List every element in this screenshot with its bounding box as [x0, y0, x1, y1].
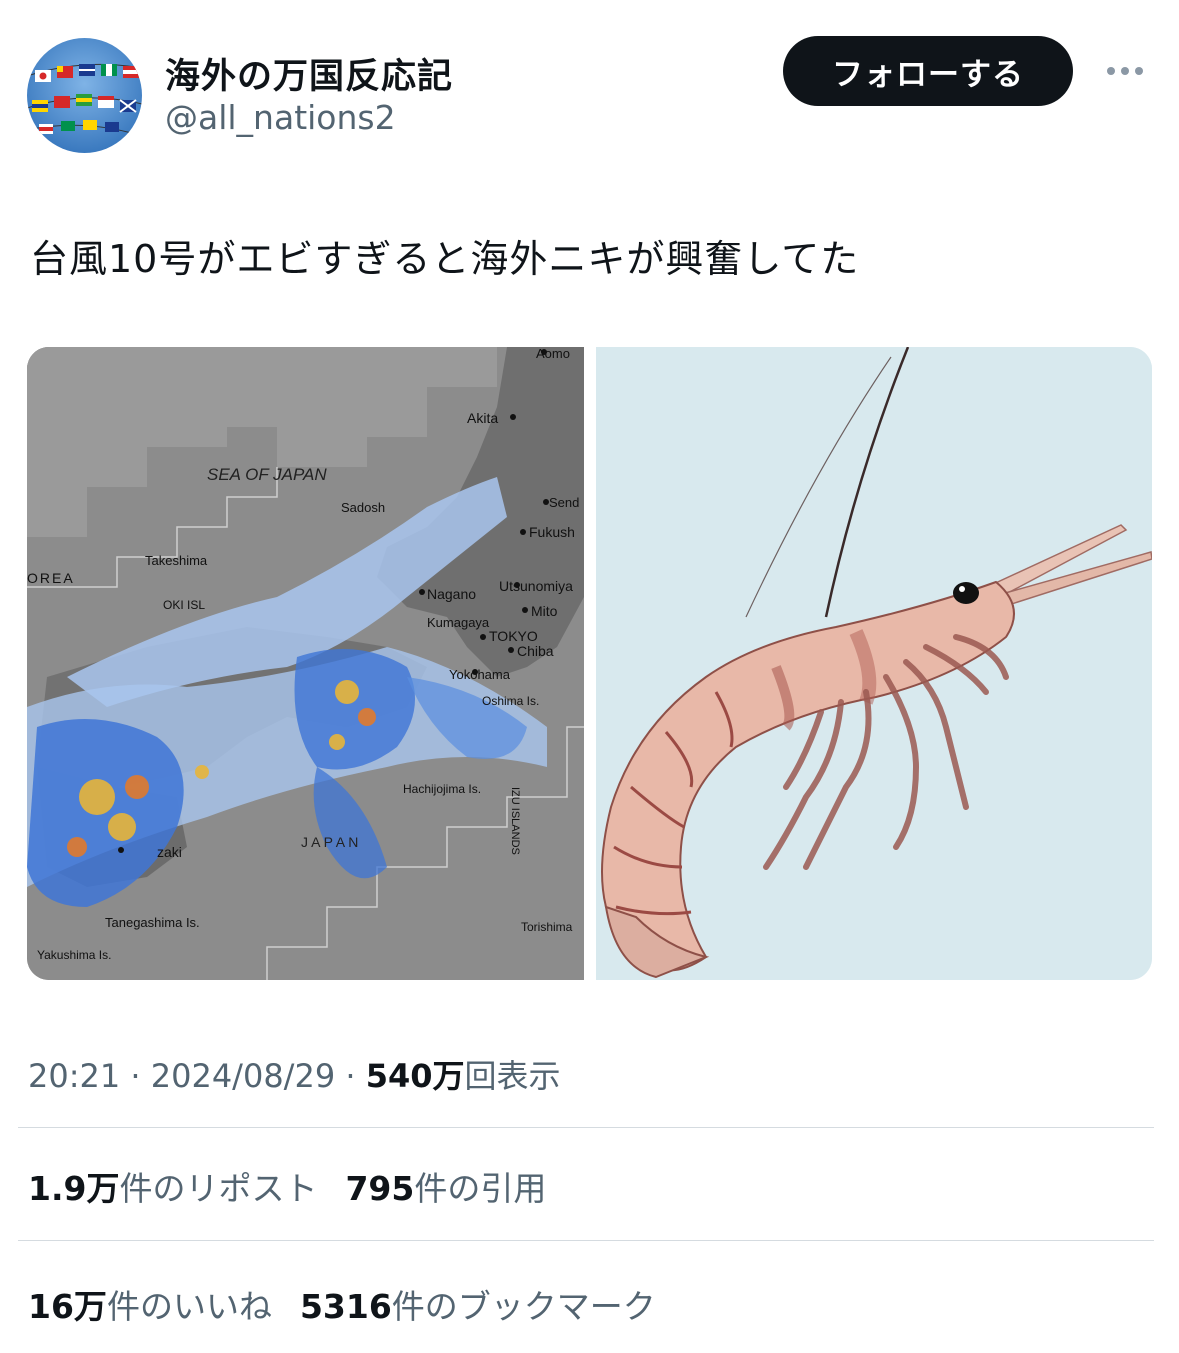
map-label: Tanegashima Is.	[105, 915, 200, 930]
quotes-stat[interactable]: 795件の引用	[345, 1169, 546, 1208]
display-name[interactable]: 海外の万国反応記	[165, 48, 453, 99]
map-label: Nagano	[427, 586, 476, 602]
divider	[18, 1240, 1154, 1241]
meta-separator: ·	[130, 1057, 151, 1095]
map-label: zaki	[157, 844, 182, 860]
map-label: Fukush	[529, 524, 575, 540]
bookmarks-count: 5316	[299, 1287, 392, 1326]
map-label: Yakushima Is.	[37, 948, 111, 962]
more-dot	[1135, 67, 1143, 75]
map-label: Torishima	[521, 920, 573, 934]
avatar[interactable]	[27, 38, 142, 153]
map-label: IZU ISLANDS	[509, 787, 521, 855]
like-bookmark-stats: 16万件のいいね 5316件のブックマーク	[28, 1280, 656, 1328]
more-dot	[1121, 67, 1129, 75]
reposts-stat[interactable]: 1.9万件のリポスト	[28, 1169, 317, 1208]
bookmarks-stat[interactable]: 5316件のブックマーク	[300, 1287, 656, 1326]
map-label: OREA	[27, 570, 75, 586]
map-label: Mito	[531, 603, 558, 619]
shrimp-illustration-icon	[596, 347, 1152, 980]
map-label: Kumagaya	[427, 615, 490, 630]
map-label: Oshima Is.	[482, 694, 539, 708]
views-count: 540万	[365, 1057, 465, 1095]
divider	[18, 1127, 1154, 1128]
map-label: SEA OF JAPAN	[207, 465, 327, 484]
map-label: OKI ISL	[163, 598, 205, 612]
radar-map: Aomo Akita SEA OF JAPAN Sadosh Send Fuku…	[27, 347, 584, 980]
likes-stat[interactable]: 16万件のいいね	[28, 1287, 272, 1326]
likes-count: 16万	[28, 1287, 107, 1326]
reposts-label: 件のリポスト	[119, 1169, 318, 1208]
shrimp-illustration-image[interactable]	[596, 347, 1152, 980]
views-label: 回表示	[464, 1057, 561, 1095]
follow-button[interactable]: フォローする	[783, 36, 1073, 106]
map-label: Akita	[467, 410, 498, 426]
quotes-count: 795	[345, 1169, 415, 1208]
map-label: Hachijojima Is.	[403, 782, 481, 796]
reposts-count: 1.9万	[28, 1169, 120, 1208]
meta-separator: ·	[345, 1057, 366, 1095]
likes-label: 件のいいね	[106, 1287, 272, 1326]
map-label: Chiba	[517, 643, 554, 659]
map-label: Send	[549, 495, 579, 510]
tweet-date[interactable]: 2024/08/29	[151, 1057, 335, 1095]
map-label: Sadosh	[341, 500, 385, 515]
repost-quote-stats: 1.9万件のリポスト 795件の引用	[28, 1162, 546, 1210]
map-label: J A P A N	[301, 834, 358, 850]
user-handle[interactable]: @all_nations2	[165, 98, 396, 137]
typhoon-radar-map-image[interactable]: Aomo Akita SEA OF JAPAN Sadosh Send Fuku…	[27, 347, 584, 980]
tweet-time[interactable]: 20:21	[28, 1057, 120, 1095]
map-label: TOKYO	[489, 628, 538, 644]
quotes-label: 件の引用	[414, 1169, 547, 1208]
map-label: Takeshima	[145, 553, 208, 568]
flags-avatar-icon	[27, 38, 142, 153]
map-label: Aomo	[536, 347, 570, 361]
tweet-text: 台風10号がエビすぎると海外ニキが興奮してた	[30, 237, 860, 281]
bookmarks-label: 件のブックマーク	[391, 1287, 656, 1326]
map-label: Yokohama	[449, 667, 511, 682]
tweet-meta: 20:21 · 2024/08/29 · 540万回表示	[28, 1051, 561, 1097]
more-dot	[1107, 67, 1115, 75]
map-label: Utsunomiya	[499, 578, 573, 594]
more-options-icon[interactable]	[1100, 58, 1150, 84]
